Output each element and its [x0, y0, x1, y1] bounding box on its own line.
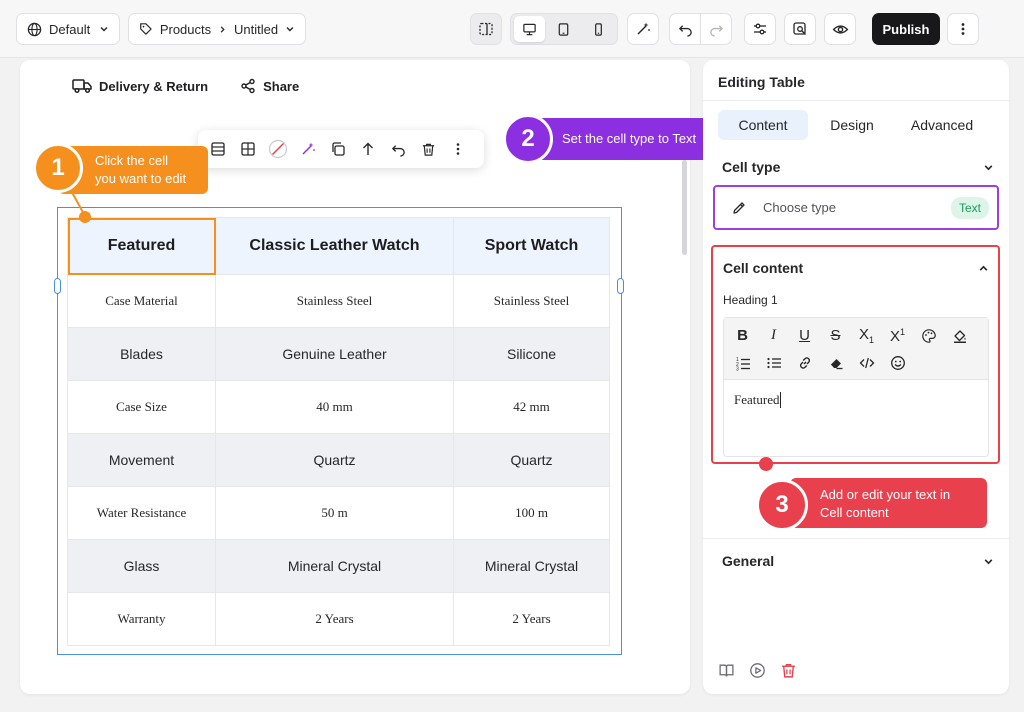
italic-button[interactable]: I	[761, 323, 786, 348]
trash-icon[interactable]	[780, 662, 797, 679]
callout-1-marker	[79, 211, 91, 223]
tab-advanced[interactable]: Advanced	[896, 110, 988, 140]
tab-content[interactable]: Content	[718, 110, 808, 140]
panel-tabs: Content Design Advanced	[718, 110, 988, 140]
subscript-icon: X1	[858, 326, 875, 345]
general-label: General	[722, 553, 775, 569]
code-button[interactable]	[854, 350, 879, 375]
code-icon	[859, 357, 874, 368]
link-button[interactable]	[792, 350, 817, 375]
editor-toolbar: B I U S X1 X1 123	[724, 318, 988, 380]
cell-content-label: Cell content	[723, 260, 804, 276]
paint-bucket-icon	[953, 329, 966, 343]
cell-content-section: Cell content Heading 1 B I U S X1 X1 123	[711, 245, 1000, 464]
superscript-button[interactable]: X1	[885, 323, 910, 348]
bold-button[interactable]: B	[730, 323, 755, 348]
callout-3-marker	[759, 457, 773, 471]
emoji-button[interactable]	[885, 350, 910, 375]
cell-type-select[interactable]: Choose type Text	[713, 185, 999, 230]
play-circle-icon[interactable]	[749, 662, 766, 679]
callout-1-text: you want to edit	[95, 171, 187, 186]
cell-type-section-header[interactable]: Cell type	[722, 159, 994, 175]
pencil-icon	[733, 201, 745, 214]
strikethrough-icon: S	[830, 327, 841, 344]
italic-icon: I	[771, 327, 776, 343]
callout-3-tooltip: Add or edit your text in Cell content	[790, 478, 987, 528]
smiley-icon	[890, 355, 905, 370]
panel-divider	[703, 538, 1009, 539]
cell-content-section-header[interactable]: Cell content	[723, 260, 989, 276]
panel-divider	[703, 100, 1009, 101]
panel-title: Editing Table	[718, 74, 805, 90]
fill-color-button[interactable]	[947, 323, 972, 348]
underline-icon: U	[799, 327, 810, 344]
rich-text-editor: B I U S X1 X1 123 Featured	[723, 317, 989, 457]
link-icon	[799, 356, 810, 369]
tab-design[interactable]: Design	[808, 110, 896, 140]
callout-3-badge: 3	[756, 479, 808, 531]
callout-3-text: Add or edit your text in	[820, 487, 951, 502]
chevron-up-icon	[979, 265, 988, 271]
general-section-header[interactable]: General	[722, 553, 994, 569]
cell-type-label: Cell type	[722, 159, 781, 175]
book-icon[interactable]	[718, 662, 735, 679]
bullet-list-icon	[766, 357, 781, 368]
strikethrough-button[interactable]: S	[823, 323, 848, 348]
text-color-button[interactable]	[916, 323, 941, 348]
cell-type-placeholder: Choose type	[763, 200, 836, 215]
subscript-button[interactable]: X1	[854, 323, 879, 348]
svg-text:3: 3	[736, 366, 739, 371]
callout-2-text: Set the cell type to Text	[562, 131, 697, 146]
underline-button[interactable]: U	[792, 323, 817, 348]
bold-icon: B	[737, 327, 748, 344]
cell-type-selected-tag[interactable]: Text	[950, 196, 989, 219]
bullet-list-button[interactable]	[761, 350, 786, 375]
panel-footer	[718, 662, 797, 679]
palette-icon	[921, 328, 936, 343]
chevron-down-icon	[984, 164, 993, 170]
clear-format-button[interactable]	[823, 350, 848, 375]
superscript-icon: X1	[889, 326, 906, 345]
chevron-down-icon	[984, 558, 993, 564]
settings-panel: Editing Table Content Design Advanced Ce…	[703, 60, 1009, 694]
callout-2-badge: 2	[503, 114, 553, 164]
callout-3-text: Cell content	[820, 505, 889, 520]
editor-text-area[interactable]: Featured	[734, 392, 782, 408]
ordered-list-icon: 123	[736, 357, 750, 371]
callout-1-badge: 1	[33, 143, 83, 193]
ordered-list-button[interactable]: 123	[730, 350, 755, 375]
callout-1-text: Click the cell	[95, 153, 168, 168]
heading-level-select[interactable]: Heading 1	[723, 293, 778, 307]
callout-2-tooltip: Set the cell type to Text	[530, 118, 720, 160]
eraser-icon	[829, 358, 842, 369]
